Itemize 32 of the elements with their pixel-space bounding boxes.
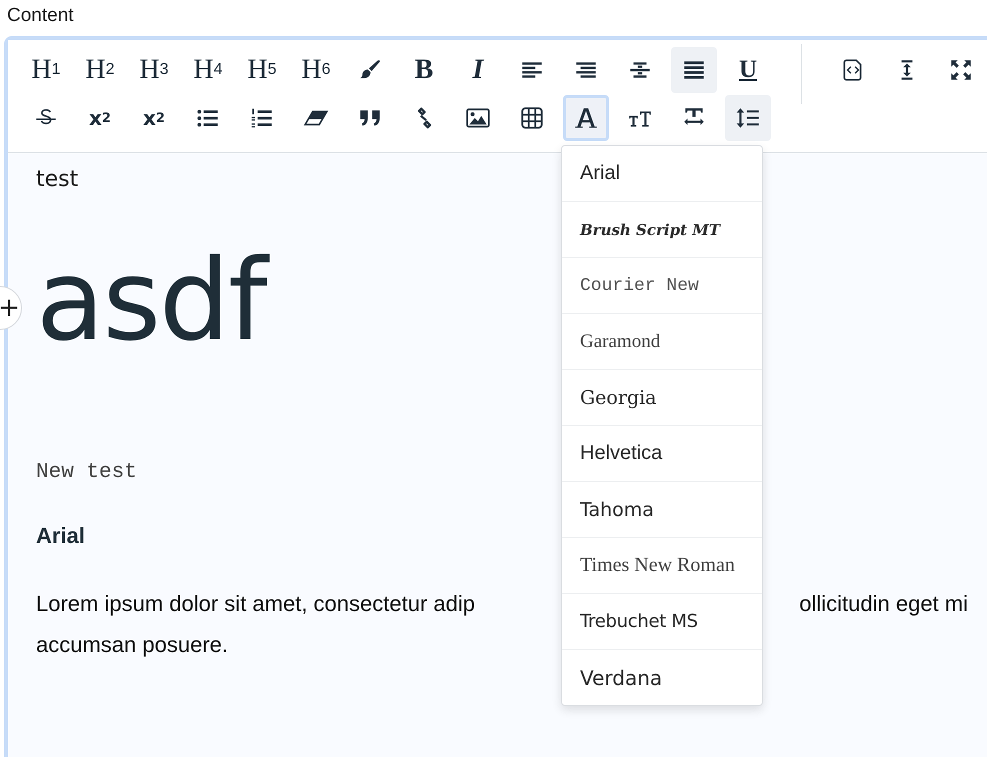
paragraph-text: Lorem ipsum dolor sit amet, consectetur adip: [36, 590, 475, 618]
script-button[interactable]: x$^{2}$: [77, 95, 123, 141]
font-option[interactable]: Georgia: [562, 369, 762, 425]
heading-button[interactable]: H$^{1}$: [23, 47, 69, 93]
heading-button[interactable]: H$^{3}$: [131, 47, 177, 93]
font-option[interactable]: Garamond: [562, 313, 762, 369]
font-option[interactable]: Brush Script MT: [562, 201, 762, 257]
font-option[interactable]: Verdana: [562, 649, 762, 705]
heading-button[interactable]: H$^{4}$: [185, 47, 231, 93]
bold-button[interactable]: B: [401, 47, 447, 93]
justify-button[interactable]: [671, 47, 717, 93]
table-icon: [519, 105, 545, 131]
heading-button[interactable]: H$^{6}$: [293, 47, 339, 93]
heading-button[interactable]: H$^{5}$: [239, 47, 285, 93]
font-button[interactable]: [563, 95, 609, 141]
italic-button[interactable]: I: [455, 47, 501, 93]
font-option[interactable]: Courier New: [562, 257, 762, 313]
add-block-button[interactable]: +: [0, 286, 22, 330]
paragraph-text: test: [36, 167, 78, 194]
field-label: Content: [6, 4, 75, 28]
font-option[interactable]: Times New Roman: [562, 537, 762, 593]
paragraph-text: accumsan posuere.: [36, 631, 228, 659]
monospace-text: New test: [36, 461, 137, 486]
font-option[interactable]: Trebuchet MS: [562, 593, 762, 649]
underline-button[interactable]: U: [725, 47, 771, 93]
font-option[interactable]: Arial: [562, 146, 762, 201]
font-option[interactable]: Helvetica: [562, 425, 762, 481]
paragraph-text: ollicitudin eget mi: [799, 590, 968, 618]
heading-button[interactable]: H$^{2}$: [77, 47, 123, 93]
bold-text: Arial: [36, 523, 85, 550]
font-option[interactable]: Tahoma: [562, 481, 762, 537]
line-height-button[interactable]: [725, 95, 771, 141]
